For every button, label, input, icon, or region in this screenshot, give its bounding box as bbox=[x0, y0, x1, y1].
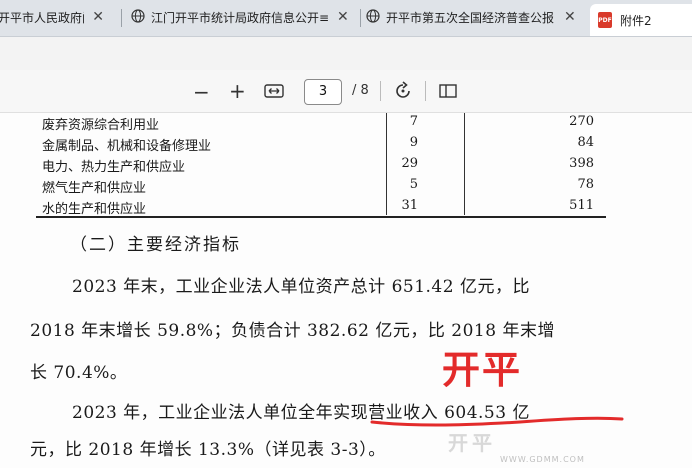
close-icon[interactable]: ✕ bbox=[564, 9, 576, 25]
site-watermark-url: WWW.GDMM.COM bbox=[500, 455, 585, 464]
page-total: / 8 bbox=[352, 83, 369, 98]
zoom-in-button[interactable]: + bbox=[229, 79, 246, 103]
tab-label: 开平市第五次全国经济普查公报 bbox=[386, 10, 555, 25]
zoom-out-button[interactable]: − bbox=[193, 80, 210, 104]
page-number-input[interactable]: 3 bbox=[304, 79, 342, 105]
tab-economic-census[interactable]: 开平市第五次全国经济普查公报 ✕ bbox=[366, 2, 582, 32]
rotate-button[interactable] bbox=[393, 81, 413, 105]
page-view-button[interactable] bbox=[438, 83, 458, 103]
red-underline-mark bbox=[370, 416, 624, 427]
tab-label: 附件2 bbox=[620, 13, 652, 28]
fit-width-icon bbox=[264, 84, 284, 98]
globe-icon bbox=[366, 8, 380, 26]
tab-label: 开平市人民政府门 bbox=[0, 10, 84, 25]
site-watermark: 开平 bbox=[448, 431, 496, 455]
toolbar-divider bbox=[380, 81, 381, 101]
close-icon[interactable]: ✕ bbox=[337, 9, 349, 25]
tab-statistics-bureau[interactable]: 江门开平市统计局政府信息公开≡ ✕ bbox=[131, 2, 351, 32]
tab-label: 江门开平市统计局政府信息公开≡ bbox=[151, 10, 329, 25]
toolbar-divider bbox=[425, 81, 426, 101]
pdf-toolbar: − + 3 / 8 bbox=[0, 70, 692, 113]
tab-separator bbox=[360, 9, 361, 27]
pdf-icon: PDF bbox=[598, 12, 612, 28]
pdf-page: 废弃资源综合利用业 7 270 金属制品、机械和设备修理业 9 84 电力、热力… bbox=[0, 113, 692, 468]
fit-to-width-button[interactable] bbox=[264, 83, 284, 103]
tab-separator bbox=[121, 9, 122, 27]
page-view-icon bbox=[439, 84, 457, 98]
tab-kaiping-government[interactable]: 开平市人民政府门 ✕ bbox=[0, 2, 104, 32]
rotate-icon bbox=[396, 81, 410, 98]
globe-icon bbox=[131, 8, 145, 26]
address-bar-area bbox=[0, 37, 692, 70]
close-icon[interactable]: ✕ bbox=[92, 9, 104, 25]
tab-attachment-2[interactable]: PDF 附件2 bbox=[590, 4, 692, 36]
browser-tab-bar: 开平市人民政府门 ✕ 江门开平市统计局政府信息公开≡ ✕ 开平市第五次全国经济普… bbox=[0, 0, 692, 37]
